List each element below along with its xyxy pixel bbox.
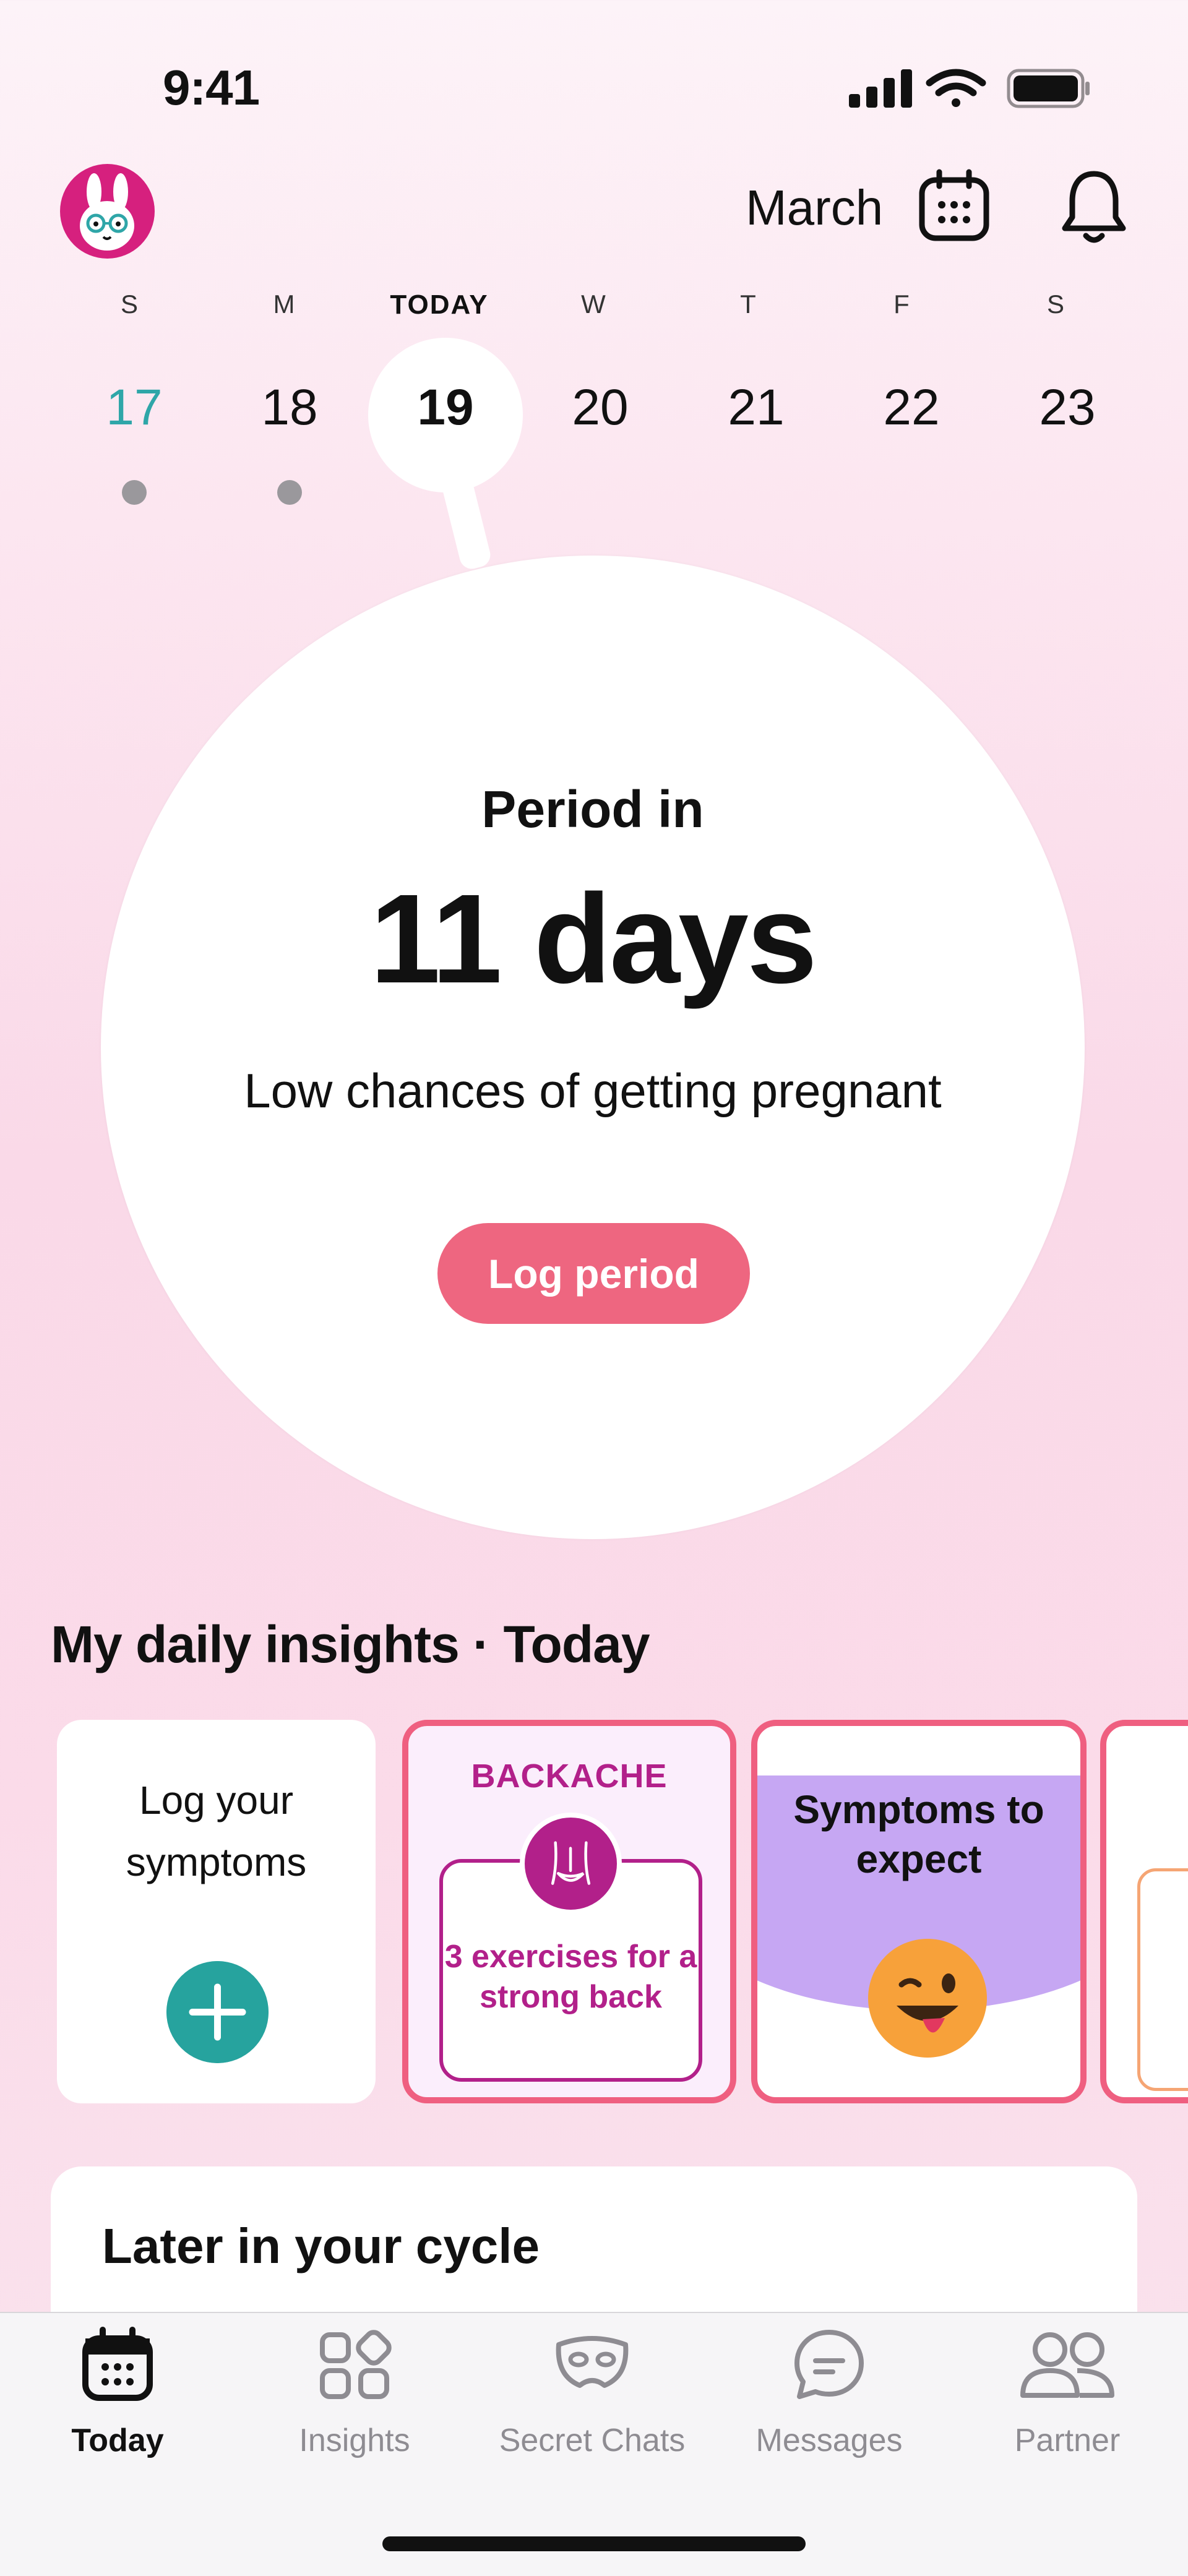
- log-dot-18: [277, 480, 302, 505]
- backache-card[interactable]: BACKACHE 3 exercises for a strong back: [402, 1720, 736, 2103]
- people-icon: [1020, 2332, 1114, 2398]
- signal-icon: [849, 69, 912, 108]
- weekday-today: TODAY: [390, 290, 489, 320]
- symptoms-card[interactable]: Symptoms to expect: [751, 1720, 1087, 2103]
- days-count: 11 days: [370, 868, 817, 1010]
- weekday-mon: M: [273, 290, 296, 319]
- weekday-fri: F: [893, 290, 911, 319]
- plus-icon[interactable]: [166, 1961, 269, 2063]
- day-21[interactable]: 21: [707, 379, 806, 437]
- calendar-icon[interactable]: [917, 169, 991, 243]
- tab-insights-label: Insights: [299, 2423, 410, 2458]
- tab-partner-label: Partner: [1014, 2423, 1121, 2458]
- tab-secret-chats[interactable]: Secret Chats: [475, 2326, 710, 2481]
- calendar-icon: [82, 2327, 153, 2401]
- day-23[interactable]: 23: [1018, 379, 1117, 437]
- log-symptoms-card[interactable]: Log your symptoms: [57, 1720, 376, 2103]
- next-insight-box: [1137, 1868, 1188, 2091]
- home-indicator: [382, 2536, 806, 2551]
- back-body-icon: [520, 1813, 622, 1915]
- tab-today-label: Today: [71, 2423, 164, 2458]
- wifi-icon: [926, 69, 986, 107]
- backache-text: 3 exercises for a strong back: [444, 1939, 697, 2015]
- day-17[interactable]: 17: [85, 379, 184, 437]
- winking-face-icon: [868, 1939, 987, 2058]
- symptoms-text: Symptoms to expect: [793, 1787, 1044, 1881]
- tab-today[interactable]: Today: [0, 2326, 235, 2481]
- weekday-sat: S: [1046, 290, 1065, 319]
- mask-icon: [556, 2336, 629, 2388]
- later-cycle-title: Later in your cycle: [102, 2218, 540, 2273]
- backache-tag: BACKACHE: [471, 1758, 668, 1795]
- weekday-sun: S: [120, 290, 139, 319]
- next-insight-card[interactable]: [1100, 1720, 1188, 2103]
- tab-partner[interactable]: Partner: [950, 2326, 1185, 2481]
- insights-title: My daily insights · Today: [51, 1615, 650, 1673]
- pregnancy-chance-text: Low chances of getting pregnant: [244, 1063, 942, 1118]
- status-icons: [849, 69, 1090, 108]
- bunny-avatar-icon: [80, 173, 134, 251]
- tab-secret-chats-label: Secret Chats: [499, 2423, 686, 2458]
- status-time: 9:41: [163, 60, 260, 115]
- chat-bubble-icon: [794, 2330, 864, 2399]
- weekday-wed: W: [581, 290, 607, 319]
- log-symptoms-title: Log your symptoms: [126, 1778, 307, 1884]
- tab-insights[interactable]: Insights: [237, 2326, 472, 2481]
- log-dot-17: [122, 480, 147, 505]
- month-label[interactable]: March: [746, 179, 883, 236]
- avatar[interactable]: [60, 164, 155, 259]
- grid-icon: [320, 2330, 392, 2399]
- day-18[interactable]: 18: [240, 379, 339, 437]
- tab-messages[interactable]: Messages: [712, 2326, 947, 2481]
- bell-icon[interactable]: [1060, 169, 1128, 247]
- battery-icon: [1007, 69, 1090, 108]
- cycle-circle: [101, 556, 1085, 1539]
- period-in-label: Period in: [481, 780, 704, 838]
- weekday-thu: T: [740, 290, 757, 319]
- day-19-today[interactable]: 19: [396, 379, 495, 437]
- day-22[interactable]: 22: [862, 379, 961, 437]
- log-period-button[interactable]: Log period: [437, 1223, 750, 1324]
- tab-messages-label: Messages: [755, 2423, 903, 2458]
- day-20[interactable]: 20: [551, 379, 650, 437]
